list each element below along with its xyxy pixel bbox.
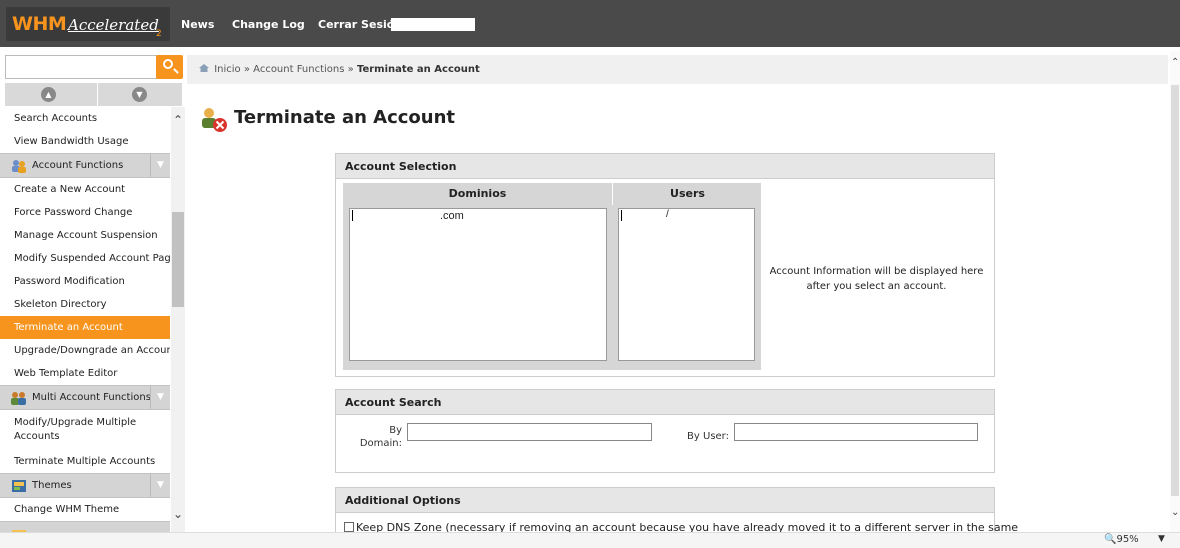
account-info-message: Account Information will be displayed he… bbox=[769, 266, 984, 292]
main-scroll-thumb[interactable] bbox=[1171, 85, 1179, 496]
multi-account-icon bbox=[11, 392, 26, 405]
sidebar-item-modify-suspended-page[interactable]: Modify Suspended Account Page bbox=[0, 247, 170, 270]
search-icon bbox=[163, 59, 173, 69]
scroll-up-icon[interactable]: ⌃ bbox=[173, 113, 183, 127]
sidebar-scroll-thumb[interactable] bbox=[172, 212, 184, 307]
nav-news-link[interactable]: News bbox=[181, 18, 214, 31]
sidebar-search-button[interactable] bbox=[156, 55, 183, 79]
sidebar-item-create-account[interactable]: Create a New Account bbox=[0, 178, 170, 201]
account-selection-heading: Account Selection bbox=[336, 154, 994, 179]
keep-dns-checkbox[interactable] bbox=[344, 522, 354, 532]
group-themes[interactable]: Themes ▼ bbox=[0, 473, 170, 498]
nav-changelog-link[interactable]: Change Log bbox=[232, 18, 305, 31]
group-themes-label: Themes bbox=[32, 480, 72, 491]
chevron-down-icon[interactable]: ▼ bbox=[150, 474, 170, 497]
scroll-up-icon[interactable]: ⌃ bbox=[1171, 57, 1179, 68]
additional-options-heading: Additional Options bbox=[336, 488, 994, 513]
domains-column-header: Dominios bbox=[343, 183, 613, 205]
zoom-icon: 🔍 bbox=[1104, 534, 1117, 545]
zoom-value: 95% bbox=[1116, 534, 1139, 545]
redacted-domain[interactable] bbox=[352, 210, 438, 221]
group-multi-account-functions[interactable]: Multi Account Functions ▼ bbox=[0, 385, 170, 410]
account-functions-icon bbox=[12, 160, 26, 173]
by-domain-label: By Domain: bbox=[359, 425, 402, 449]
top-bar: WHM Accelerated 2 News Change Log Cerrar… bbox=[0, 0, 1180, 47]
breadcrumb-separator: » bbox=[243, 64, 250, 75]
terminate-account-icon bbox=[202, 108, 227, 132]
sidebar-item-search-accounts[interactable]: Search Accounts bbox=[0, 107, 170, 130]
whm-logo[interactable]: WHM Accelerated 2 bbox=[6, 7, 170, 41]
account-search-panel: Account Search By Domain: By User: bbox=[335, 389, 995, 473]
browser-status-bar: 🔍95% ▼ bbox=[0, 532, 1180, 548]
account-lists: Dominios Users .com / bbox=[343, 183, 761, 370]
sidebar-item-view-bandwidth[interactable]: View Bandwidth Usage bbox=[0, 130, 170, 153]
expand-collapse-bar: ▲ ▼ bbox=[5, 83, 182, 106]
breadcrumb: Inicio » Account Functions » Terminate a… bbox=[187, 55, 1168, 84]
chevron-down-icon[interactable]: ▼ bbox=[150, 154, 170, 177]
nav-logout-link[interactable]: Cerrar Sesión bbox=[318, 18, 402, 31]
users-column-header: Users bbox=[670, 187, 705, 200]
group-account-functions[interactable]: Account Functions ▼ bbox=[0, 153, 170, 178]
sidebar-item-skeleton-directory[interactable]: Skeleton Directory bbox=[0, 293, 170, 316]
sidebar-item-web-template-editor[interactable]: Web Template Editor bbox=[0, 362, 170, 385]
by-user-label: By User: bbox=[687, 431, 729, 442]
divider bbox=[97, 83, 98, 106]
themes-icon bbox=[12, 480, 26, 492]
group-multi-account-label: Multi Account Functions bbox=[32, 392, 151, 403]
chevron-down-icon[interactable]: ▼ bbox=[1158, 534, 1165, 544]
sidebar-item-terminate-multiple[interactable]: Terminate Multiple Accounts bbox=[0, 450, 170, 473]
sidebar-menu: Search Accounts View Bandwidth Usage Acc… bbox=[0, 107, 170, 532]
sidebar-item-terminate-account[interactable]: Terminate an Account bbox=[0, 316, 170, 339]
chevron-down-icon[interactable]: ▼ bbox=[150, 386, 170, 409]
sidebar-item-change-theme[interactable]: Change WHM Theme bbox=[0, 498, 170, 521]
scroll-down-icon[interactable]: ⌄ bbox=[1171, 507, 1179, 518]
redacted-user[interactable] bbox=[621, 210, 667, 221]
user-option-suffix[interactable]: / bbox=[666, 209, 669, 220]
account-selection-panel: Account Selection Dominios Users .com / … bbox=[335, 153, 995, 377]
sidebar-item-force-password[interactable]: Force Password Change bbox=[0, 201, 170, 224]
sidebar: ▲ ▼ Search Accounts View Bandwidth Usage… bbox=[0, 51, 185, 532]
sidebar-item-modify-upgrade-multiple[interactable]: Modify/Upgrade Multiple Accounts bbox=[0, 410, 170, 450]
expand-all-icon[interactable]: ▼ bbox=[132, 87, 147, 102]
sidebar-scrollbar[interactable]: ⌃ ⌄ bbox=[171, 107, 185, 532]
logo-accelerated-text: Accelerated bbox=[68, 16, 159, 34]
redacted-username bbox=[391, 18, 475, 31]
scroll-down-icon[interactable]: ⌄ bbox=[173, 507, 183, 521]
breadcrumb-current: Terminate an Account bbox=[356, 64, 480, 75]
account-search-heading: Account Search bbox=[336, 390, 994, 415]
breadcrumb-home-link[interactable]: Inicio bbox=[214, 64, 240, 75]
domain-option-suffix[interactable]: .com bbox=[440, 210, 464, 222]
group-account-functions-label: Account Functions bbox=[32, 160, 124, 171]
collapse-all-icon[interactable]: ▲ bbox=[41, 87, 56, 102]
additional-options-panel: Additional Options Keep DNS Zone (necess… bbox=[335, 487, 1018, 537]
users-listbox[interactable]: / bbox=[618, 208, 755, 361]
main-scrollbar[interactable]: ⌃ ⌄ bbox=[1170, 51, 1180, 532]
logo-version: 2 bbox=[156, 29, 162, 39]
home-icon[interactable] bbox=[199, 64, 209, 72]
breadcrumb-section-link[interactable]: Account Functions bbox=[253, 64, 344, 75]
breadcrumb-separator: » bbox=[347, 64, 354, 75]
logo-whm-text: WHM bbox=[12, 13, 67, 35]
domains-listbox[interactable]: .com bbox=[349, 208, 607, 361]
search-by-user-input[interactable] bbox=[734, 423, 978, 441]
zoom-level[interactable]: 🔍95% bbox=[1104, 534, 1139, 545]
sidebar-item-password-modification[interactable]: Password Modification bbox=[0, 270, 170, 293]
sidebar-item-upgrade-downgrade[interactable]: Upgrade/Downgrade an Account bbox=[0, 339, 170, 362]
page-title: Terminate an Account bbox=[234, 107, 456, 128]
sidebar-item-manage-suspension[interactable]: Manage Account Suspension bbox=[0, 224, 170, 247]
group-next-partial[interactable] bbox=[0, 521, 170, 532]
search-by-domain-input[interactable] bbox=[407, 423, 652, 441]
